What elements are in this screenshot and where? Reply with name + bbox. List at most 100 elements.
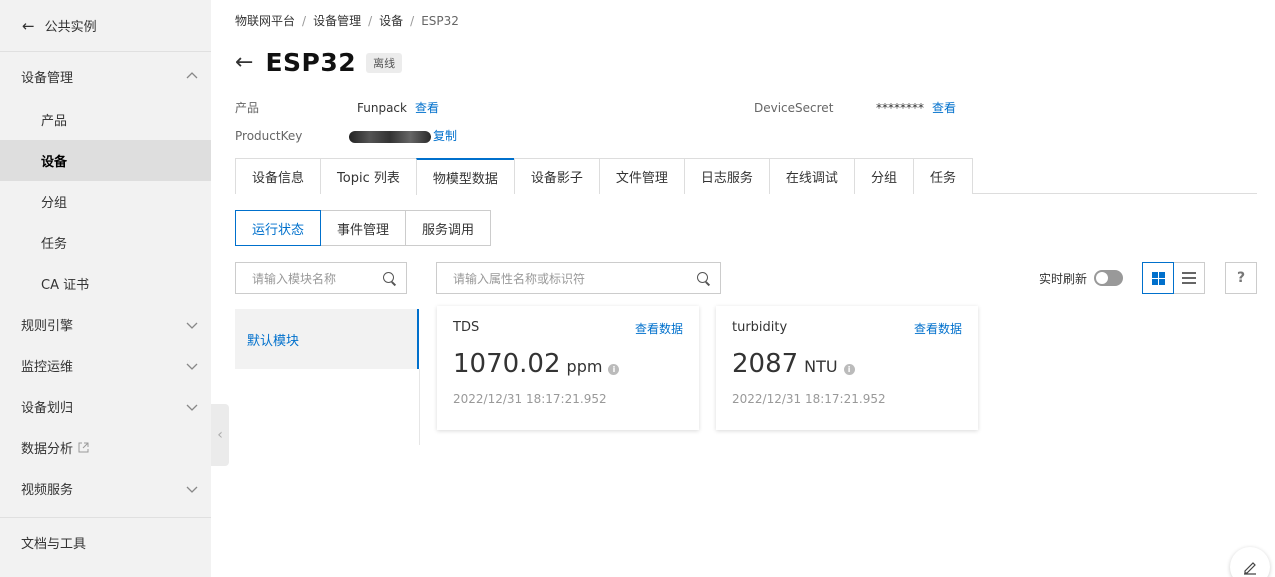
product-label: 产品 bbox=[235, 101, 260, 115]
sidebar-group-label: 视频服务 bbox=[21, 483, 74, 498]
subtab-event-management[interactable]: 事件管理 bbox=[320, 210, 407, 246]
sidebar-item-task[interactable]: 任务 bbox=[0, 222, 211, 263]
chevron-up-icon bbox=[186, 72, 198, 79]
sidebar-group-docs-tools[interactable]: 文档与工具 bbox=[0, 518, 211, 566]
back-to-instance[interactable]: ← 公共实例 bbox=[0, 0, 211, 52]
devicesecret-view-link[interactable]: 查看 bbox=[932, 101, 956, 115]
sidebar-collapse-handle[interactable]: ‹ bbox=[211, 404, 229, 466]
module-divider bbox=[419, 369, 420, 445]
search-icon[interactable] bbox=[697, 271, 710, 285]
productkey-masked-value bbox=[349, 130, 431, 143]
tab-label: 任务 bbox=[929, 171, 956, 186]
chevron-down-icon bbox=[186, 404, 198, 411]
tab-thing-model-data[interactable]: 物模型数据 bbox=[415, 158, 514, 195]
sidebar-group-label: 监控运维 bbox=[21, 360, 74, 375]
devicesecret-label: DeviceSecret bbox=[754, 101, 834, 115]
back-label: 公共实例 bbox=[44, 20, 97, 35]
property-card-tds: TDS 查看数据 1070.02 ppm i 2022/12/31 18:17:… bbox=[437, 306, 699, 430]
help-icon: ? bbox=[1236, 270, 1246, 286]
property-value: 2087 bbox=[732, 349, 799, 379]
breadcrumb-item-current: ESP32 bbox=[421, 14, 459, 28]
subtab-label: 运行状态 bbox=[252, 222, 305, 238]
sidebar-item-ca-cert[interactable]: CA 证书 bbox=[0, 263, 211, 304]
subtab-runtime-status[interactable]: 运行状态 bbox=[235, 210, 322, 246]
subtab-service-call[interactable]: 服务调用 bbox=[405, 210, 492, 246]
tab-file-management[interactable]: 文件管理 bbox=[598, 158, 684, 194]
tab-label: 在线调试 bbox=[785, 171, 838, 186]
copy-link[interactable]: 复制 bbox=[433, 129, 457, 143]
arrow-left-icon: ← bbox=[22, 16, 35, 35]
property-timestamp: 2022/12/31 18:17:21.952 bbox=[732, 392, 886, 406]
sidebar-group-label: 设备管理 bbox=[21, 70, 74, 86]
tab-online-debug[interactable]: 在线调试 bbox=[768, 158, 854, 194]
list-view-button[interactable] bbox=[1173, 262, 1205, 294]
realtime-refresh-label: 实时刷新 bbox=[1038, 271, 1087, 286]
tab-label: 日志服务 bbox=[700, 171, 753, 186]
tab-log-service[interactable]: 日志服务 bbox=[683, 158, 769, 194]
chevron-left-icon: ‹ bbox=[217, 427, 223, 443]
grid-view-button[interactable] bbox=[1142, 262, 1174, 294]
subtabs: 运行状态 事件管理 服务调用 bbox=[235, 210, 492, 246]
tab-label: Topic 列表 bbox=[337, 171, 400, 186]
tab-label: 设备信息 bbox=[252, 171, 305, 186]
sidebar-group-data-analysis[interactable]: 数据分析 bbox=[0, 427, 211, 468]
title-row: ← ESP32 离线 bbox=[235, 48, 403, 77]
subtab-label: 服务调用 bbox=[422, 222, 475, 238]
sidebar-group-label: 文档与工具 bbox=[21, 536, 87, 552]
toolbar-right: 实时刷新 ? bbox=[1039, 262, 1257, 294]
sidebar-group-label: 设备划归 bbox=[21, 401, 74, 416]
module-item-default[interactable]: 默认模块 bbox=[235, 309, 419, 369]
property-timestamp: 2022/12/31 18:17:21.952 bbox=[453, 392, 607, 406]
back-arrow-icon[interactable]: ← bbox=[235, 50, 253, 75]
info-icon[interactable]: i bbox=[843, 364, 855, 375]
sidebar-group-rule-engine[interactable]: 规则引擎 bbox=[0, 304, 211, 345]
search-icon[interactable] bbox=[383, 271, 396, 285]
breadcrumb-item[interactable]: 物联网平台 bbox=[235, 14, 295, 28]
sidebar-item-device[interactable]: 设备 bbox=[0, 140, 211, 181]
sidebar-item-label: 产品 bbox=[41, 114, 68, 129]
view-data-link[interactable]: 查看数据 bbox=[635, 320, 683, 337]
property-value: 1070.02 bbox=[453, 349, 561, 379]
edit-feedback-button[interactable] bbox=[1230, 547, 1270, 577]
product-value: Funpack bbox=[357, 101, 407, 115]
realtime-refresh-toggle[interactable] bbox=[1094, 270, 1123, 286]
breadcrumb-item[interactable]: 设备 bbox=[379, 14, 403, 28]
devicesecret-info: DeviceSecret ******** 查看 bbox=[754, 99, 956, 116]
property-name: TDS bbox=[453, 320, 480, 335]
module-search-input[interactable]: 请输入模块名称 bbox=[235, 262, 407, 294]
subtab-label: 事件管理 bbox=[337, 222, 390, 238]
info-icon[interactable]: i bbox=[608, 364, 620, 375]
tab-device-shadow[interactable]: 设备影子 bbox=[513, 158, 599, 194]
breadcrumb-item[interactable]: 设备管理 bbox=[313, 14, 361, 28]
property-card-turbidity: turbidity 查看数据 2087 NTU i 2022/12/31 18:… bbox=[716, 306, 978, 430]
status-badge: 离线 bbox=[366, 52, 403, 73]
product-info: 产品 Funpack 查看 bbox=[235, 99, 439, 116]
view-data-link[interactable]: 查看数据 bbox=[914, 320, 962, 337]
property-search-input[interactable]: 请输入属性名称或标识符 bbox=[436, 262, 721, 294]
breadcrumb: 物联网平台 / 设备管理 / 设备 / ESP32 bbox=[235, 14, 459, 28]
property-name: turbidity bbox=[732, 320, 788, 335]
sidebar-item-label: 任务 bbox=[41, 237, 68, 252]
module-search-placeholder: 请输入模块名称 bbox=[252, 271, 337, 286]
pencil-icon bbox=[1244, 562, 1256, 575]
property-search-placeholder: 请输入属性名称或标识符 bbox=[453, 271, 586, 286]
sidebar-group-device-management[interactable]: 设备管理 bbox=[0, 53, 211, 99]
sidebar-item-product[interactable]: 产品 bbox=[0, 99, 211, 140]
devicesecret-value: ******** bbox=[876, 101, 924, 115]
sidebar-item-label: CA 证书 bbox=[41, 278, 90, 293]
property-unit: ppm bbox=[566, 357, 603, 376]
device-tabs: 设备信息 Topic 列表 物模型数据 设备影子 文件管理 日志服务 在线调试 … bbox=[235, 158, 1257, 195]
tab-device-info[interactable]: 设备信息 bbox=[235, 158, 321, 194]
sidebar-item-label: 分组 bbox=[41, 196, 68, 211]
list-icon bbox=[1182, 272, 1196, 284]
sidebar-item-group[interactable]: 分组 bbox=[0, 181, 211, 222]
sidebar-group-video-service[interactable]: 视频服务 bbox=[0, 468, 211, 509]
tab-topic-list[interactable]: Topic 列表 bbox=[320, 158, 416, 194]
sidebar-group-device-assignment[interactable]: 设备划归 bbox=[0, 386, 211, 427]
sidebar: ← 公共实例 设备管理 产品 设备 分组 任务 CA 证书 规则引擎 监控运维 … bbox=[0, 0, 211, 577]
tab-task[interactable]: 任务 bbox=[912, 158, 973, 194]
tab-group[interactable]: 分组 bbox=[853, 158, 913, 194]
help-button[interactable]: ? bbox=[1225, 262, 1257, 294]
sidebar-group-monitoring[interactable]: 监控运维 bbox=[0, 345, 211, 386]
product-view-link[interactable]: 查看 bbox=[415, 101, 439, 115]
